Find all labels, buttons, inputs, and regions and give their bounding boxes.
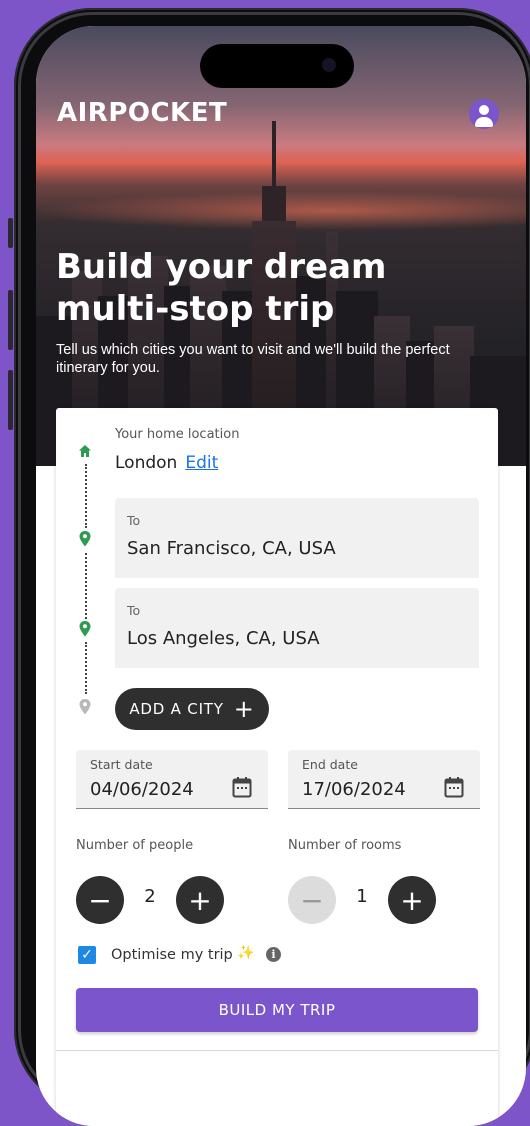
end-date-field[interactable]: End date 17/06/2024	[288, 750, 480, 809]
people-decrement-button[interactable]: −	[76, 876, 124, 924]
end-date-label: End date	[302, 757, 358, 772]
home-city: London	[115, 453, 178, 473]
start-date-field[interactable]: Start date 04/06/2024	[76, 750, 268, 809]
add-city-button[interactable]: ADD A CITY +	[115, 688, 269, 730]
phone-side-button	[8, 370, 13, 430]
calendar-icon[interactable]	[444, 776, 464, 798]
destination-field-2[interactable]: To Los Angeles, CA, USA	[115, 588, 479, 668]
rooms-increment-button[interactable]: +	[388, 876, 436, 924]
dynamic-island	[200, 44, 354, 88]
edit-home-link[interactable]: Edit	[185, 453, 218, 473]
sparkle-icon: ✨	[237, 945, 255, 961]
destination-value: San Francisco, CA, USA	[127, 538, 336, 559]
calendar-icon[interactable]	[232, 776, 252, 798]
rooms-count: 1	[356, 886, 368, 907]
optimise-checkbox[interactable]: ✓	[78, 946, 96, 964]
phone-side-button	[8, 290, 13, 350]
account-circle-icon[interactable]	[469, 99, 499, 129]
add-city-label: ADD A CITY	[129, 700, 224, 718]
home-icon	[79, 445, 91, 457]
home-location-label: Your home location	[115, 427, 240, 442]
end-date-value: 17/06/2024	[302, 779, 406, 800]
destination-value: Los Angeles, CA, USA	[127, 628, 320, 649]
optimise-label[interactable]: Optimise my trip	[111, 947, 233, 963]
location-pin-icon	[79, 621, 91, 637]
location-pin-icon	[79, 699, 91, 715]
build-trip-button[interactable]: BUILD MY TRIP	[76, 988, 478, 1032]
route-connector	[85, 642, 89, 694]
hero-subtitle: Tell us which cities you want to visit a…	[56, 342, 450, 376]
brand-logo[interactable]: AIRPOCKET	[57, 98, 227, 128]
phone-side-button	[8, 218, 13, 248]
rooms-label: Number of rooms	[288, 838, 402, 853]
empire-state-top	[262, 186, 286, 226]
camera-icon	[322, 58, 336, 72]
start-date-label: Start date	[90, 757, 153, 772]
destination-field-1[interactable]: To San Francisco, CA, USA	[115, 498, 479, 578]
destination-label: To	[127, 603, 141, 618]
destination-label: To	[127, 513, 141, 528]
home-location-value: London Edit	[115, 453, 218, 473]
start-date-value: 04/06/2024	[90, 779, 194, 800]
hero-title: Build your dream multi-stop trip	[56, 247, 387, 329]
people-label: Number of people	[76, 838, 194, 853]
route-connector	[85, 464, 89, 528]
card-divider	[56, 1050, 498, 1051]
rooms-decrement-button[interactable]: −	[288, 876, 336, 924]
trip-form-card: Your home location London Edit To San Fra…	[56, 408, 498, 1126]
location-pin-icon	[79, 531, 91, 547]
info-icon[interactable]: i	[266, 947, 281, 962]
people-increment-button[interactable]: +	[176, 876, 224, 924]
plus-icon: +	[233, 695, 255, 723]
app-screen: AIRPOCKET Build your dream multi-stop tr…	[36, 26, 526, 1126]
route-connector	[85, 553, 89, 619]
empire-state-spire	[272, 121, 276, 191]
people-count: 2	[144, 886, 156, 907]
